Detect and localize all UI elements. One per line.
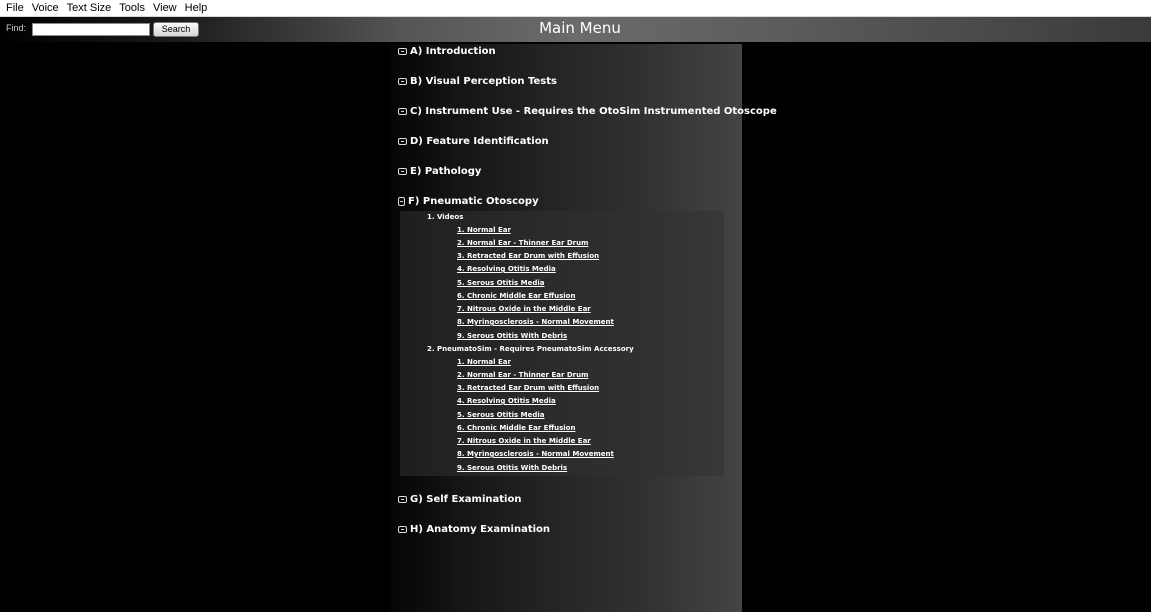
section-pathology[interactable]: E) Pathology (398, 166, 481, 177)
pneumatosim-item[interactable]: 3. Retracted Ear Drum with Effusion (457, 384, 599, 392)
section-label: E) Pathology (410, 166, 482, 177)
section-feature-identification[interactable]: D) Feature Identification (398, 136, 549, 147)
subheading-pneumatosim[interactable]: 2. PneumatoSim - Requires PneumatoSim Ac… (427, 345, 634, 353)
section-label: H) Anatomy Examination (410, 524, 551, 535)
section-label: G) Self Examination (410, 494, 522, 505)
section-label: F) Pneumatic Otoscopy (408, 196, 539, 207)
menu-help[interactable]: Help (185, 2, 208, 14)
expand-icon[interactable] (398, 78, 407, 85)
video-item[interactable]: 8. Myringosclerosis - Normal Movement (457, 318, 614, 326)
expand-icon[interactable] (398, 526, 407, 533)
video-item[interactable]: 6. Chronic Middle Ear Effusion (457, 292, 575, 300)
find-input[interactable] (32, 23, 150, 36)
search-button[interactable]: Search (153, 22, 199, 37)
section-self-examination[interactable]: G) Self Examination (398, 494, 521, 505)
video-item[interactable]: 4. Resolving Otitis Media (457, 265, 556, 273)
section-label: D) Feature Identification (410, 136, 549, 147)
pneumatosim-item[interactable]: 2. Normal Ear - Thinner Ear Drum (457, 371, 588, 379)
pneumatosim-item[interactable]: 7. Nitrous Oxide in the Middle Ear (457, 437, 591, 445)
video-item[interactable]: 5. Serous Otitis Media (457, 279, 545, 287)
section-introduction[interactable]: A) Introduction (398, 46, 496, 57)
expand-icon[interactable] (398, 168, 407, 175)
menu-tools[interactable]: Tools (119, 2, 145, 14)
find-label: Find: (6, 23, 27, 33)
pneumatosim-item[interactable]: 8. Myringosclerosis - Normal Movement (457, 450, 614, 458)
expand-icon[interactable] (398, 48, 407, 55)
pneumatosim-item[interactable]: 5. Serous Otitis Media (457, 411, 545, 419)
pneumatosim-item[interactable]: 6. Chronic Middle Ear Effusion (457, 424, 575, 432)
video-item[interactable]: 9. Serous Otitis With Debris (457, 332, 567, 340)
expand-icon[interactable] (398, 496, 407, 503)
pneumatosim-item[interactable]: 9. Serous Otitis With Debris (457, 464, 567, 472)
expand-icon[interactable] (398, 138, 407, 145)
menu-file[interactable]: File (6, 2, 24, 14)
section-pneumatic-otoscopy[interactable]: F) Pneumatic Otoscopy (398, 196, 539, 207)
menu-voice[interactable]: Voice (32, 2, 59, 14)
menu-bar: File Voice Text Size Tools View Help (0, 0, 1151, 17)
page-title: Main Menu (539, 19, 621, 37)
expand-icon[interactable] (398, 108, 407, 115)
section-label: B) Visual Perception Tests (410, 76, 557, 87)
video-item[interactable]: 1. Normal Ear (457, 226, 511, 234)
video-item[interactable]: 7. Nitrous Oxide in the Middle Ear (457, 305, 591, 313)
menu-text-size[interactable]: Text Size (67, 2, 112, 14)
video-item[interactable]: 3. Retracted Ear Drum with Effusion (457, 252, 599, 260)
section-instrument-use[interactable]: C) Instrument Use - Requires the OtoSim … (398, 106, 777, 117)
section-label: C) Instrument Use - Requires the OtoSim … (410, 106, 777, 117)
section-label: A) Introduction (410, 46, 496, 57)
section-anatomy-examination[interactable]: H) Anatomy Examination (398, 524, 550, 535)
collapse-icon[interactable] (398, 197, 405, 206)
subheading-videos[interactable]: 1. Videos (427, 213, 463, 221)
toolbar: Find: Search Main Menu (0, 17, 1151, 42)
menu-view[interactable]: View (153, 2, 177, 14)
pneumatosim-item[interactable]: 1. Normal Ear (457, 358, 511, 366)
section-visual-perception-tests[interactable]: B) Visual Perception Tests (398, 76, 557, 87)
video-item[interactable]: 2. Normal Ear - Thinner Ear Drum (457, 239, 588, 247)
pneumatosim-item[interactable]: 4. Resolving Otitis Media (457, 397, 556, 405)
